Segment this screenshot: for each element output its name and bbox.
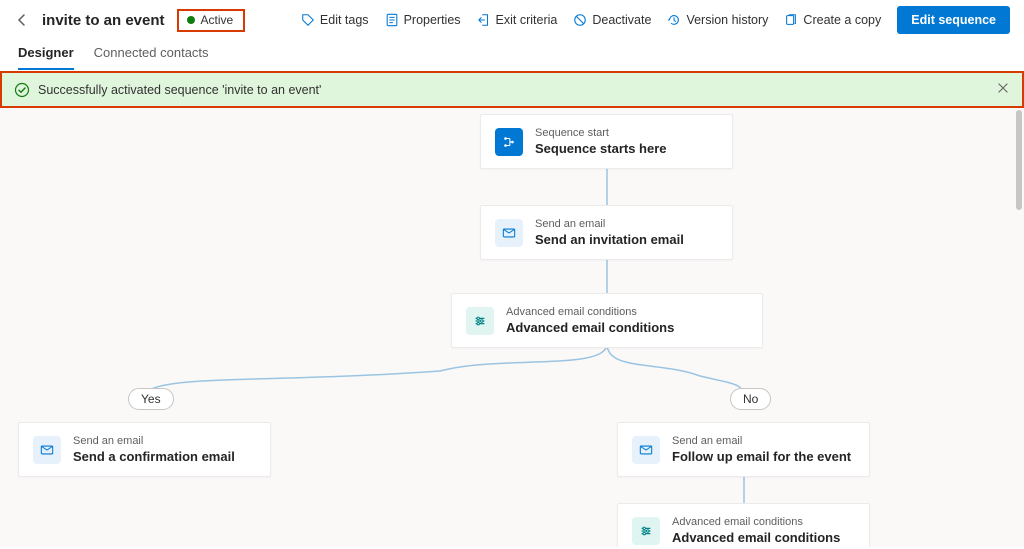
node-send-invitation[interactable]: Send an email Send an invitation email bbox=[480, 205, 733, 260]
status-chip: Active bbox=[177, 9, 246, 32]
copy-icon bbox=[784, 13, 798, 27]
properties-button[interactable]: Properties bbox=[377, 9, 469, 31]
notification-text: Successfully activated sequence 'invite … bbox=[38, 83, 321, 97]
edit-tags-button[interactable]: Edit tags bbox=[293, 9, 377, 31]
notification-close-button[interactable] bbox=[996, 81, 1010, 98]
history-icon bbox=[667, 13, 681, 27]
settings-icon bbox=[632, 517, 660, 545]
create-copy-button[interactable]: Create a copy bbox=[776, 9, 889, 31]
status-text: Active bbox=[201, 13, 234, 27]
deactivate-button[interactable]: Deactivate bbox=[565, 9, 659, 31]
close-icon bbox=[996, 81, 1010, 95]
flow-canvas[interactable]: Sequence start Sequence starts here Send… bbox=[0, 108, 1024, 547]
node-label: Advanced email conditions bbox=[506, 306, 674, 318]
tag-icon bbox=[301, 13, 315, 27]
check-circle-icon bbox=[14, 82, 30, 98]
exit-icon bbox=[477, 13, 491, 27]
tabs: Designer Connected contacts bbox=[0, 40, 1024, 71]
node-title: Send an invitation email bbox=[535, 232, 684, 247]
node-email-conditions[interactable]: Advanced email conditions Advanced email… bbox=[451, 293, 763, 348]
edit-sequence-button[interactable]: Edit sequence bbox=[897, 6, 1010, 34]
node-sequence-start[interactable]: Sequence start Sequence starts here bbox=[480, 114, 733, 169]
properties-icon bbox=[385, 13, 399, 27]
node-confirmation-email[interactable]: Send an email Send a confirmation email bbox=[18, 422, 271, 477]
email-icon bbox=[632, 436, 660, 464]
node-label: Send an email bbox=[672, 435, 851, 447]
deactivate-icon bbox=[573, 13, 587, 27]
scrollbar[interactable] bbox=[1016, 110, 1022, 210]
back-button[interactable] bbox=[14, 12, 30, 28]
node-title: Send a confirmation email bbox=[73, 449, 235, 464]
node-label: Send an email bbox=[535, 218, 684, 230]
email-icon bbox=[33, 436, 61, 464]
sequence-title: invite to an event bbox=[42, 12, 165, 29]
node-title: Follow up email for the event bbox=[672, 449, 851, 464]
branch-yes: Yes bbox=[128, 388, 174, 410]
node-label: Sequence start bbox=[535, 127, 667, 139]
email-icon bbox=[495, 219, 523, 247]
tab-designer[interactable]: Designer bbox=[18, 40, 74, 70]
settings-icon bbox=[466, 307, 494, 335]
tab-connected-contacts[interactable]: Connected contacts bbox=[94, 40, 209, 70]
node-label: Advanced email conditions bbox=[672, 516, 840, 528]
exit-criteria-button[interactable]: Exit criteria bbox=[469, 9, 566, 31]
node-label: Send an email bbox=[73, 435, 235, 447]
start-icon bbox=[495, 128, 523, 156]
node-title: Advanced email conditions bbox=[506, 320, 674, 335]
node-email-conditions-2[interactable]: Advanced email conditions Advanced email… bbox=[617, 503, 870, 547]
branch-no: No bbox=[730, 388, 771, 410]
status-dot-icon bbox=[187, 16, 195, 24]
page-header: invite to an event Active Edit tags Prop… bbox=[0, 0, 1024, 40]
version-history-button[interactable]: Version history bbox=[659, 9, 776, 31]
notification-bar: Successfully activated sequence 'invite … bbox=[0, 71, 1024, 108]
node-title: Advanced email conditions bbox=[672, 530, 840, 545]
node-followup-email[interactable]: Send an email Follow up email for the ev… bbox=[617, 422, 870, 477]
arrow-left-icon bbox=[14, 12, 30, 28]
node-title: Sequence starts here bbox=[535, 141, 667, 156]
